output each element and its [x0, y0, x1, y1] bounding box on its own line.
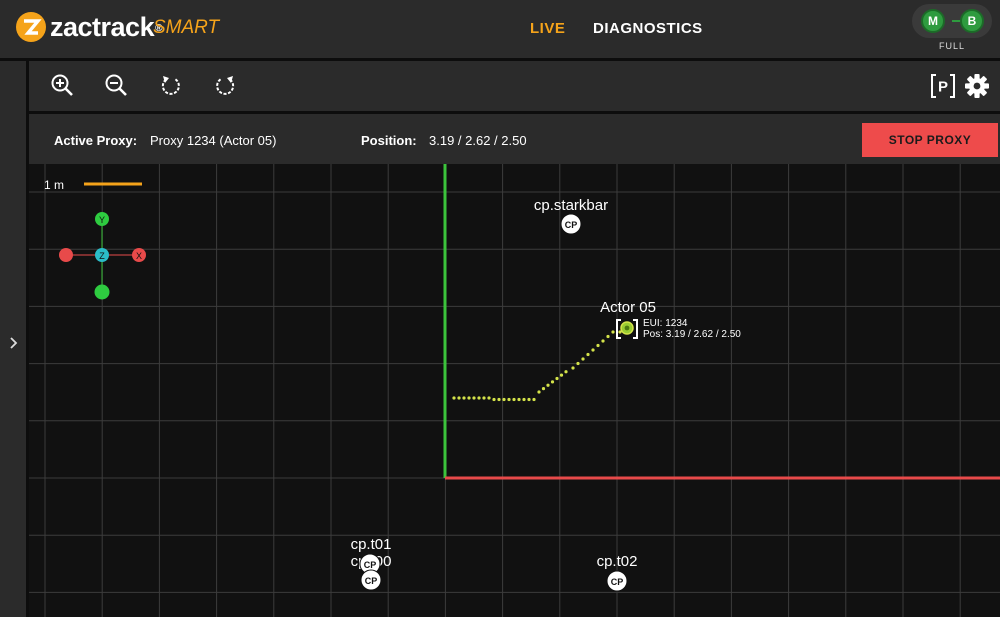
grid	[29, 164, 1000, 617]
trail-point	[527, 397, 531, 402]
checkpoint-starkbar[interactable]: cp.starkbar CP	[534, 197, 608, 235]
brand-name: zactrack®	[50, 12, 162, 42]
scale-label: 1 m	[44, 178, 64, 192]
tracking-view-canvas[interactable]: 1 m Y Z X cp.starkbar CP cp.t00 CP	[29, 164, 1000, 617]
tab-diagnostics[interactable]: DIAGNOSTICS	[593, 20, 703, 37]
trail-point	[559, 373, 564, 377]
proxy-p-icon[interactable]: P	[929, 72, 957, 100]
trail-point	[452, 396, 456, 400]
status-label: FULL	[938, 41, 965, 51]
trail-point	[611, 330, 615, 334]
axis-gizmo: Y Z X	[59, 212, 146, 300]
trail-point	[482, 396, 486, 400]
actor-eui: EUI: 1234	[643, 318, 688, 329]
chevron-right-icon[interactable]	[5, 331, 21, 355]
position-label: Position:	[361, 133, 417, 148]
brand-suffix: SMART	[153, 17, 220, 38]
trail-point	[586, 352, 590, 357]
tracking-view-svg[interactable]: 1 m Y Z X cp.starkbar CP cp.t00 CP	[29, 164, 1000, 617]
gear-icon[interactable]	[963, 72, 991, 100]
status-m-indicator: M	[921, 9, 945, 33]
trail-point	[546, 383, 550, 387]
checkpoint-label: cp.t02	[597, 553, 638, 570]
trail-point	[497, 397, 501, 402]
checkpoint-label: cp.starkbar	[534, 197, 608, 214]
checkpoint-t02[interactable]: cp.t02 CP	[597, 553, 638, 592]
active-proxy-label: Active Proxy:	[54, 133, 138, 148]
trail-point	[596, 343, 600, 348]
trail-point	[492, 397, 496, 402]
trail-point	[532, 397, 536, 402]
trail-point	[581, 357, 585, 361]
zoom-out-icon[interactable]	[103, 72, 131, 100]
trail-point	[487, 396, 491, 400]
gizmo-x-label: X	[136, 251, 142, 261]
trail-point	[564, 370, 568, 374]
tab-live[interactable]: LIVE	[530, 20, 565, 37]
trail-point	[537, 390, 541, 394]
trail-point	[576, 361, 580, 366]
rotate-right-icon[interactable]	[211, 72, 239, 100]
trail-point	[555, 376, 559, 381]
rotate-left-icon[interactable]	[157, 72, 185, 100]
trail-point	[522, 397, 526, 402]
checkpoint-badge: CP	[611, 577, 624, 587]
connection-status[interactable]: M B	[912, 4, 992, 38]
side-panel-toggle[interactable]	[0, 61, 29, 617]
trail-point	[591, 348, 595, 352]
trail-point	[472, 396, 476, 400]
checkpoint-badge: CP	[565, 220, 578, 230]
actor-trail	[452, 327, 627, 402]
active-proxy-value: Proxy 1234 (Actor 05)	[150, 133, 277, 148]
trail-point	[517, 397, 521, 402]
checkpoint-label: cp.t01	[351, 536, 392, 553]
stop-proxy-button[interactable]: STOP PROXY	[862, 123, 998, 157]
trail-point	[477, 396, 481, 400]
trail-point	[541, 387, 546, 391]
zoom-in-icon[interactable]	[49, 72, 77, 100]
trail-point	[502, 397, 506, 402]
status-b-indicator: B	[960, 9, 984, 33]
trail-point	[601, 339, 605, 343]
actor-position: Pos: 3.19 / 2.62 / 2.50	[643, 329, 741, 340]
gizmo-negative-x-handle[interactable]	[59, 248, 73, 262]
trail-point	[606, 334, 610, 339]
trail-point	[457, 396, 461, 400]
gizmo-z-label: Z	[99, 251, 105, 261]
trail-point	[512, 397, 516, 402]
trail-point	[571, 366, 575, 370]
top-bar: zactrack® SMART LIVE DIAGNOSTICS M B FUL…	[0, 0, 1000, 61]
actor-name: Actor 05	[600, 299, 656, 316]
view-toolbar: P	[29, 61, 1000, 114]
gizmo-negative-y-handle[interactable]	[94, 284, 110, 300]
proxy-p-letter: P	[938, 79, 948, 96]
position-value: 3.19 / 2.62 / 2.50	[429, 133, 527, 148]
gizmo-y-label: Y	[99, 215, 105, 225]
proxy-status-bar: Active Proxy: Proxy 1234 (Actor 05) Posi…	[29, 114, 1000, 164]
checkpoint-badge: CP	[365, 576, 378, 586]
trail-point	[462, 396, 466, 400]
actor-05-marker[interactable]: Actor 05 EUI: 1234 Pos: 3.19 / 2.62 / 2.…	[600, 299, 741, 340]
trail-point	[467, 396, 471, 400]
checkpoint-badge: CP	[364, 560, 377, 570]
trail-point	[550, 380, 555, 384]
zactrack-logo-icon	[16, 12, 46, 42]
trail-point	[507, 397, 511, 402]
